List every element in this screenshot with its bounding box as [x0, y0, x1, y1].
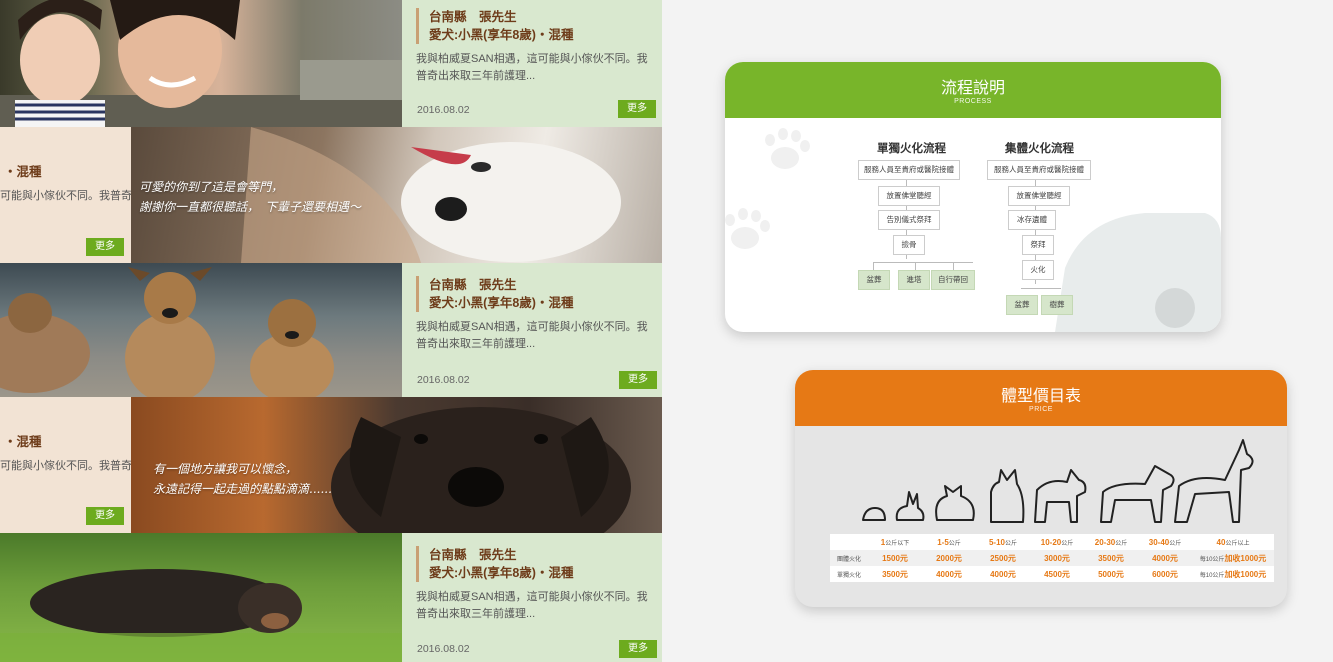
weight-cell: 40公斤以上 [1216, 537, 1250, 547]
memorial-quote: 有一個地方讓我可以懷念， 永遠記得一起走過的點點滴滴...... [153, 462, 332, 496]
mother-child-photo [0, 0, 402, 127]
cat-fluffy-icon [935, 485, 975, 521]
dog-on-grass-photo [0, 533, 402, 662]
dog-small-icon [1034, 469, 1087, 523]
weight-cell: 20-30公斤 [1094, 537, 1128, 547]
flow-step: 告別儀式祭拜 [878, 210, 940, 230]
story-desc: 我與柏威夏SAN相遇，這可能與小傢伙不同。我普奇出來取三年前護理... [416, 321, 648, 350]
price-row: 單獨火化 3500元 4000元 4000元 4500元 5000元 6000元… [836, 569, 1267, 579]
rabbit-icon [895, 491, 925, 521]
flow-ending: 樹葬 [1041, 295, 1073, 315]
group-flow-title: 集體火化流程 [1005, 143, 1074, 155]
more-button[interactable]: 更多 [619, 371, 657, 389]
dog-medium-icon [1100, 465, 1175, 523]
process-subtitle: PROCESS [954, 98, 992, 105]
price-card: 體型價目表 PRICE 1公斤以下 1-5公斤 5-10公斤 10-20公斤 2… [795, 370, 1287, 607]
process-card: 流程說明 PROCESS 單獨火化流程 服務人員至貴府或醫院接體 放置佛堂聽經 … [725, 62, 1221, 332]
more-button[interactable]: 更多 [618, 100, 656, 118]
puppies-photo [0, 263, 402, 397]
list-item: 台南縣 張先生 愛犬:小黑(享年8歲)・混種 我與柏威夏SAN相遇，這可能與小傢… [0, 533, 662, 662]
white-dog-photo: 可愛的你到了這是會等門， 謝謝你一直都很聽話， 下輩子還要相遇～ [131, 127, 662, 263]
story-title: 台南縣 張先生 愛犬:小黑(享年8歲)・混種 [416, 276, 573, 312]
flow-step: 放置佛堂聽經 [1008, 186, 1070, 206]
story-panel: ・混種 可能與小傢伙不同。我普奇 更多 [0, 127, 132, 263]
process-title: 流程說明 [940, 80, 1005, 97]
weight-cell: 1-5公斤 [937, 537, 961, 547]
story-pet: 愛犬:小黑(享年8歲)・混種 [429, 28, 574, 42]
story-desc-partial: 可能與小傢伙不同。我普奇 [0, 190, 132, 202]
memorial-quote: 可愛的你到了這是會等門， 謝謝你一直都很聽話， 下輩子還要相遇～ [139, 180, 362, 214]
story-date: 2016.08.02 [417, 374, 470, 386]
story-title: 台南縣 張先生 愛犬:小黑(享年8歲)・混種 [416, 546, 573, 582]
hedgehog-icon [862, 507, 886, 521]
price-title: 體型價目表 [1000, 388, 1081, 405]
story-date: 2016.08.02 [417, 104, 470, 116]
story-panel: 台南縣 張先生 愛犬:小黑(享年8歲)・混種 我與柏威夏SAN相遇，這可能與小傢… [402, 533, 662, 662]
flow-step: 服務人員至貴府或醫院接體 [987, 160, 1091, 180]
list-item: ・混種 可能與小傢伙不同。我普奇 更多 有一個地方讓我可以懷念， 永遠記得一起走… [0, 397, 662, 533]
weight-row: 1公斤以下 1-5公斤 5-10公斤 10-20公斤 20-30公斤 30-40… [830, 534, 1274, 550]
more-button[interactable]: 更多 [86, 507, 124, 525]
story-title: 台南縣 張先生 愛犬:小黑(享年8歲)・混種 [416, 8, 573, 44]
black-dog-photo: 有一個地方讓我可以懷念， 永遠記得一起走過的點點滴滴...... [131, 397, 662, 533]
animal-size-row [862, 439, 1254, 523]
more-button[interactable]: 更多 [619, 640, 657, 658]
flow-step: 火化 [1022, 260, 1054, 280]
story-panel: 台南縣 張先生 愛犬:小黑(享年8歲)・混種 我與柏威夏SAN相遇，這可能與小傢… [402, 263, 662, 397]
dog-large-icon [1174, 439, 1254, 523]
more-button[interactable]: 更多 [86, 238, 124, 256]
price-subtitle: PRICE [1029, 406, 1053, 413]
weight-cell: 5-10公斤 [988, 537, 1018, 547]
story-location: 台南縣 張先生 [429, 548, 517, 562]
price-header: 體型價目表 PRICE [795, 370, 1287, 426]
price-row: 團體火化 1500元 2000元 2500元 3000元 3500元 4000元… [830, 550, 1274, 566]
memorial-list: 台南縣 張先生 愛犬:小黑(享年8歲)・混種 我與柏威夏SAN相遇，這可能與小傢… [0, 0, 662, 662]
story-desc: 我與柏威夏SAN相遇，這可能與小傢伙不同。我普奇出來取三年前護理... [416, 53, 648, 82]
story-location: 台南縣 張先生 [429, 10, 517, 24]
flow-ending: 盆葬 [858, 270, 890, 290]
flow-ending: 自行帶回 [931, 270, 975, 290]
process-header: 流程說明 PROCESS [725, 62, 1221, 118]
flow-ending: 盆葬 [1006, 295, 1038, 315]
list-item: ・混種 可能與小傢伙不同。我普奇 更多 可愛的你到了這是會等門， 謝謝你一直都很… [0, 127, 662, 263]
story-panel: ・混種 可能與小傢伙不同。我普奇 更多 [0, 397, 132, 533]
story-pet: 愛犬:小黑(享年8歲)・混種 [429, 296, 574, 310]
story-date: 2016.08.02 [417, 643, 470, 655]
story-panel: 台南縣 張先生 愛犬:小黑(享年8歲)・混種 我與柏威夏SAN相遇，這可能與小傢… [402, 0, 662, 127]
single-flow-title: 單獨火化流程 [877, 143, 946, 155]
story-pet-partial: ・混種 [4, 165, 42, 179]
story-pet: 愛犬:小黑(享年8歲)・混種 [429, 566, 574, 580]
story-desc-partial: 可能與小傢伙不同。我普奇 [0, 460, 132, 472]
story-location: 台南縣 張先生 [429, 278, 517, 292]
flow-step: 祭拜 [1022, 235, 1054, 255]
decorative-background [725, 128, 1221, 332]
story-pet-partial: ・混種 [4, 435, 42, 449]
flow-step: 服務人員至貴府或醫院接體 [858, 160, 960, 180]
list-item: 台南縣 張先生 愛犬:小黑(享年8歲)・混種 我與柏威夏SAN相遇，這可能與小傢… [0, 0, 662, 127]
flow-step: 撿骨 [893, 235, 925, 255]
list-item: 台南縣 張先生 愛犬:小黑(享年8歲)・混種 我與柏威夏SAN相遇，這可能與小傢… [0, 263, 662, 397]
weight-cell: 10-20公斤 [1040, 537, 1074, 547]
flow-step: 冰存遺體 [1008, 210, 1056, 230]
price-table: 1公斤以下 1-5公斤 5-10公斤 10-20公斤 20-30公斤 30-40… [830, 534, 1274, 582]
weight-cell: 30-40公斤 [1148, 537, 1182, 547]
story-desc: 我與柏威夏SAN相遇，這可能與小傢伙不同。我普奇出來取三年前護理... [416, 591, 648, 620]
weight-cell: 1公斤以下 [880, 537, 910, 547]
cat-sitting-icon [990, 469, 1025, 523]
flow-step: 放置佛堂聽經 [878, 186, 940, 206]
flow-ending: 進塔 [898, 270, 930, 290]
